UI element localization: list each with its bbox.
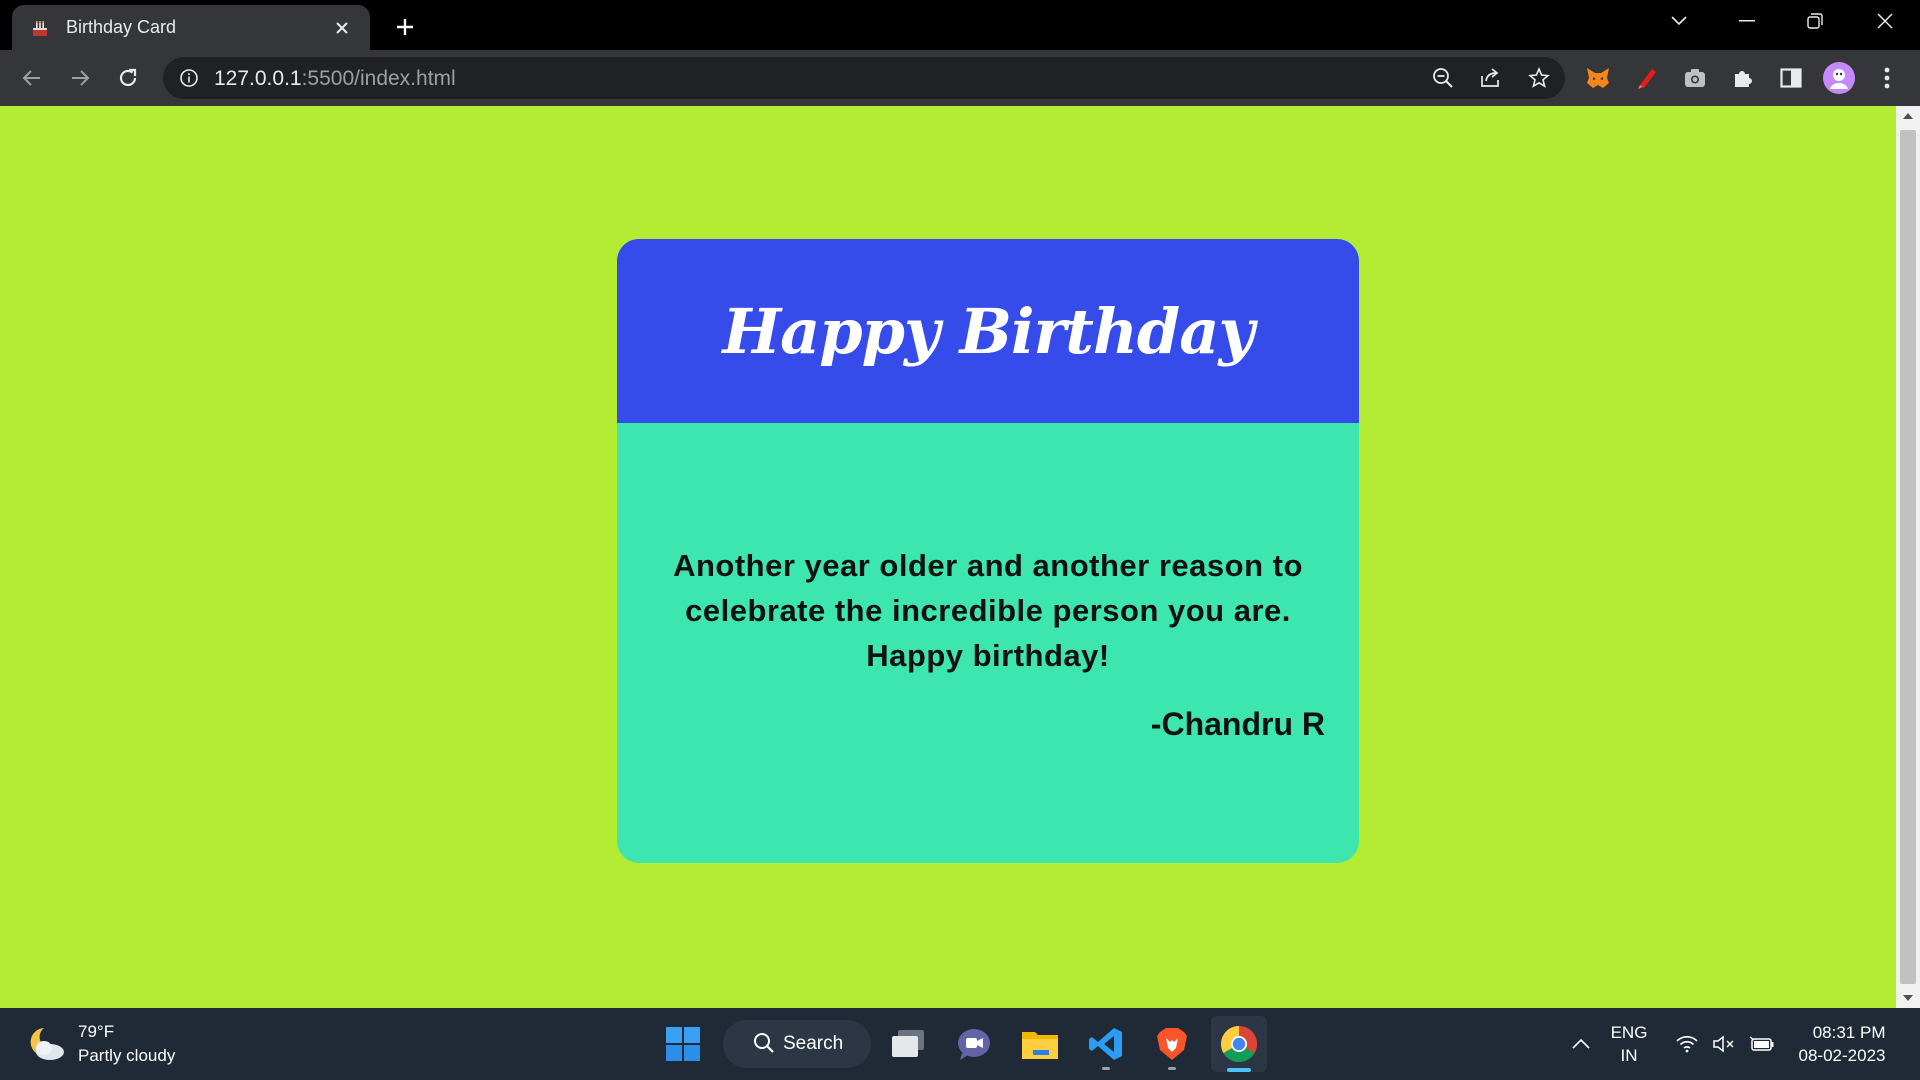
tab-birthday-card[interactable]: Birthday Card (12, 5, 370, 50)
url-host: 127.0.0.1 (214, 67, 302, 90)
url-text[interactable]: 127.0.0.1:5500/index.html (214, 67, 456, 91)
site-info-icon[interactable] (177, 66, 201, 90)
active-indicator (1227, 1068, 1251, 1072)
camera-icon[interactable] (1678, 61, 1712, 95)
message-line: Happy birthday! (866, 638, 1110, 673)
reload-icon[interactable] (109, 59, 147, 97)
zoom-icon[interactable] (1427, 63, 1459, 93)
weather-temperature: 79°F (78, 1022, 115, 1041)
language-code: ENG (1610, 1023, 1648, 1042)
vscode-icon (1089, 1028, 1122, 1060)
minimize-icon[interactable] (1714, 0, 1780, 42)
share-icon[interactable] (1475, 63, 1507, 93)
scroll-up-arrow-icon[interactable] (1896, 106, 1920, 126)
close-tab-icon[interactable] (328, 14, 356, 42)
url-path: :5500/index.html (301, 67, 456, 90)
start-button[interactable] (655, 1016, 711, 1072)
bookmark-star-icon[interactable] (1523, 63, 1555, 93)
new-tab-button[interactable] (388, 10, 422, 44)
birthday-card: Happy Birthday Another year older and an… (617, 239, 1359, 863)
card-title: Happy Birthday (722, 294, 1255, 368)
side-panel-icon[interactable] (1774, 61, 1808, 95)
vscode-button[interactable] (1078, 1016, 1134, 1072)
chrome-button[interactable] (1211, 1016, 1267, 1072)
address-bar[interactable]: 127.0.0.1:5500/index.html (163, 57, 1565, 99)
partly-cloudy-moon-icon (30, 1028, 64, 1060)
browser-toolbar: 127.0.0.1:5500/index.html (0, 50, 1920, 106)
metamask-fox-icon[interactable] (1581, 61, 1615, 95)
clock-time: 08:31 PM (1812, 1023, 1886, 1042)
more-menu-icon[interactable] (1870, 61, 1904, 95)
running-indicator (1168, 1067, 1176, 1070)
file-explorer-button[interactable] (1012, 1016, 1068, 1072)
tab-strip: Birthday Card (0, 0, 1920, 50)
show-hidden-icons-chevron-icon[interactable] (1566, 1008, 1596, 1080)
birthday-cake-icon (30, 18, 50, 38)
brave-browser-button[interactable] (1144, 1016, 1200, 1072)
card-header: Happy Birthday (617, 239, 1359, 423)
folder-icon (1022, 1032, 1058, 1059)
forward-icon[interactable] (61, 59, 99, 97)
weather-description: Partly cloudy (78, 1046, 176, 1065)
brave-lion-icon (1157, 1028, 1187, 1060)
card-body: Another year older and another reason to… (617, 423, 1359, 863)
battery-charging-icon[interactable] (1746, 1008, 1778, 1080)
card-signature: -Chandru R (1150, 706, 1325, 742)
task-view-button[interactable] (880, 1016, 936, 1072)
close-window-icon[interactable] (1852, 0, 1918, 42)
windows-logo-icon (666, 1027, 700, 1061)
windows-taskbar: 79°F Partly cloudy Search ENG IN 08:31 P… (0, 1008, 1920, 1080)
vertical-scrollbar[interactable] (1896, 106, 1920, 1008)
task-view-icon (892, 1030, 924, 1057)
chrome-icon (1220, 1026, 1258, 1063)
running-indicator (1102, 1067, 1110, 1070)
language-indicator[interactable]: ENG IN (1602, 1008, 1656, 1080)
teams-chat-icon (958, 1029, 990, 1060)
region-code: IN (1620, 1046, 1638, 1065)
page-content: Happy Birthday Another year older and an… (0, 106, 1896, 1008)
taskbar-search[interactable]: Search (723, 1020, 871, 1068)
wifi-icon[interactable] (1672, 1008, 1702, 1080)
system-clock[interactable]: 08:31 PM 08-02-2023 (1790, 1008, 1894, 1080)
teams-chat-button[interactable] (946, 1016, 1002, 1072)
message-line: celebrate the incredible person you are. (685, 593, 1291, 628)
extensions-puzzle-icon[interactable] (1726, 61, 1760, 95)
scroll-down-arrow-icon[interactable] (1896, 988, 1920, 1008)
scrollbar-thumb[interactable] (1900, 130, 1916, 984)
search-icon (754, 1033, 774, 1053)
weather-widget[interactable]: 79°F Partly cloudy (24, 1020, 175, 1068)
tab-search-chevron-icon[interactable] (1646, 0, 1712, 42)
volume-muted-icon[interactable] (1710, 1008, 1740, 1080)
pen-marker-icon[interactable] (1630, 61, 1664, 95)
restore-icon[interactable] (1782, 0, 1848, 42)
back-icon[interactable] (13, 59, 51, 97)
tab-title: Birthday Card (66, 17, 177, 37)
card-message: Another year older and another reason to… (653, 543, 1323, 678)
clock-date: 08-02-2023 (1798, 1046, 1886, 1065)
message-line: Another year older and another reason to (673, 548, 1303, 583)
profile-avatar[interactable] (1822, 61, 1856, 95)
search-label: Search (783, 1033, 844, 1054)
